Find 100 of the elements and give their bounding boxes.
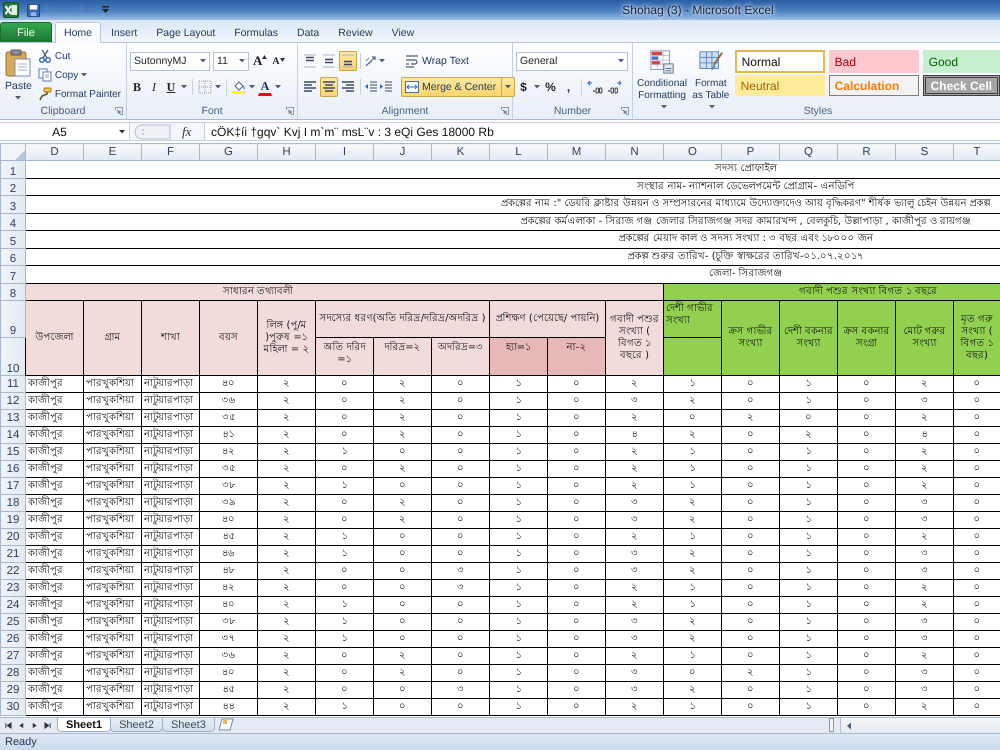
insert-sheet-icon[interactable]: [218, 718, 234, 731]
vertical-align-button[interactable]: [339, 51, 357, 71]
row-header[interactable]: 18: [0, 494, 26, 511]
increase-indent-icon[interactable]: [379, 80, 393, 94]
sheet-tab[interactable]: Sheet1: [57, 718, 112, 732]
font-size-field[interactable]: 11: [213, 52, 249, 70]
column-header[interactable]: S: [896, 144, 954, 160]
row-header[interactable]: 4: [0, 213, 26, 230]
ribbon-tab[interactable]: View: [382, 22, 424, 42]
cell-style-swatch[interactable]: Good: [922, 50, 1000, 73]
decrease-decimal-icon[interactable]: [606, 80, 622, 94]
column-header[interactable]: M: [548, 144, 606, 160]
paint-bucket-icon[interactable]: [232, 80, 246, 94]
dialog-launcher-icon[interactable]: [115, 107, 123, 115]
row-header[interactable]: 23: [0, 579, 26, 596]
row-header[interactable]: 12: [0, 392, 26, 409]
row-header[interactable]: 15: [0, 443, 26, 460]
underline-button[interactable]: U: [164, 77, 178, 97]
row-header[interactable]: 1: [0, 160, 26, 178]
column-header[interactable]: O: [664, 144, 722, 160]
dialog-launcher-icon[interactable]: [286, 107, 294, 115]
italic-button[interactable]: I: [147, 77, 161, 97]
caret-icon[interactable]: [379, 59, 385, 63]
next-sheet-icon[interactable]: [31, 722, 38, 729]
font-color-button[interactable]: A: [258, 78, 272, 96]
column-header[interactable]: N: [606, 144, 664, 160]
decrease-indent-icon[interactable]: [364, 80, 378, 94]
column-header[interactable]: J: [374, 144, 432, 160]
row-header[interactable]: 14: [0, 426, 26, 443]
grow-font-button[interactable]: A: [252, 51, 268, 71]
sheet-tab[interactable]: Sheet2: [110, 718, 163, 732]
split-handle-icon[interactable]: [829, 718, 834, 732]
column-header[interactable]: I: [316, 144, 374, 160]
row-header[interactable]: 16: [0, 460, 26, 477]
column-header[interactable]: T: [954, 144, 1000, 160]
conditional-formatting-button[interactable]: Conditional Formatting: [636, 46, 688, 103]
first-sheet-icon[interactable]: [5, 722, 12, 729]
app-logo-icon[interactable]: [3, 2, 19, 18]
row-header[interactable]: 11: [0, 375, 26, 392]
formula-input[interactable]: cÖK‡íi †gqv` Kvj I m`m¨ msL¨v : 3 eQi Ges 18000 Rb: [205, 123, 1000, 140]
format-as-table-button[interactable]: Format as Table: [689, 46, 733, 103]
cut-button[interactable]: Cut: [36, 47, 123, 65]
insert-function-button[interactable]: fx: [182, 124, 192, 140]
row-header[interactable]: 5: [0, 230, 26, 248]
ribbon-tab[interactable]: Formulas: [225, 22, 288, 42]
wrap-text-button[interactable]: Wrap Text: [401, 51, 516, 71]
dialog-launcher-icon[interactable]: [501, 107, 509, 115]
column-header[interactable]: P: [722, 144, 780, 160]
column-header[interactable]: E: [84, 144, 142, 160]
row-header[interactable]: 8: [0, 283, 26, 300]
row-header[interactable]: 2: [0, 178, 26, 196]
row-header[interactable]: 19: [0, 511, 26, 528]
caret-icon[interactable]: [181, 85, 187, 89]
column-header[interactable]: D: [26, 144, 84, 160]
caret-icon[interactable]: [534, 85, 540, 89]
row-header[interactable]: 10: [0, 337, 26, 375]
increase-decimal-icon[interactable]: [587, 80, 603, 94]
caret-icon[interactable]: [275, 85, 281, 89]
comma-button[interactable]: ,: [561, 77, 576, 97]
ribbon-tab[interactable]: Review: [329, 22, 382, 42]
ribbon-tab[interactable]: Insert: [102, 22, 146, 42]
ribbon-tab[interactable]: File: [0, 22, 52, 42]
cell-style-swatch[interactable]: Neutral: [734, 75, 825, 96]
row-header[interactable]: 29: [0, 681, 26, 698]
column-header[interactable]: H: [258, 144, 316, 160]
previous-sheet-icon[interactable]: [18, 722, 25, 729]
paste-button[interactable]: Paste: [3, 46, 34, 103]
bold-button[interactable]: B: [130, 77, 144, 97]
number-format-field[interactable]: General: [516, 52, 628, 70]
caret-icon[interactable]: [215, 85, 221, 89]
column-header[interactable]: L: [490, 144, 548, 160]
column-header[interactable]: F: [142, 144, 200, 160]
column-header[interactable]: K: [432, 144, 490, 160]
row-header[interactable]: 26: [0, 630, 26, 647]
row-header[interactable]: 9: [0, 300, 26, 337]
row-header[interactable]: 30: [0, 698, 26, 715]
row-header[interactable]: 21: [0, 545, 26, 562]
ribbon-tab[interactable]: Home: [55, 22, 102, 43]
merge-center-button[interactable]: Merge & Center: [401, 77, 516, 97]
customize-caret-icon[interactable]: [102, 6, 109, 14]
column-header[interactable]: G: [200, 144, 258, 160]
cell-style-swatch[interactable]: Normal: [734, 50, 825, 73]
column-header[interactable]: R: [838, 144, 896, 160]
copy-button[interactable]: Copy: [36, 66, 123, 84]
ribbon-tab[interactable]: Data: [288, 22, 328, 42]
caret-icon[interactable]: [249, 85, 255, 89]
row-header[interactable]: 7: [0, 266, 26, 283]
horizontal-scrollbar[interactable]: [840, 718, 1000, 733]
sheet-tab[interactable]: Sheet3: [162, 718, 215, 732]
row-header[interactable]: 24: [0, 596, 26, 613]
row-header[interactable]: 17: [0, 477, 26, 494]
dialog-launcher-icon[interactable]: [621, 107, 629, 115]
ribbon-tab[interactable]: Page Layout: [147, 22, 224, 42]
row-header[interactable]: 13: [0, 409, 26, 426]
font-name-field[interactable]: SutonnyMJ: [130, 52, 210, 70]
row-header[interactable]: 20: [0, 528, 26, 545]
row-header[interactable]: 3: [0, 196, 26, 213]
cell-style-swatch[interactable]: Bad: [828, 50, 919, 73]
currency-button[interactable]: $: [516, 77, 531, 97]
scroll-left-icon[interactable]: [846, 722, 852, 730]
